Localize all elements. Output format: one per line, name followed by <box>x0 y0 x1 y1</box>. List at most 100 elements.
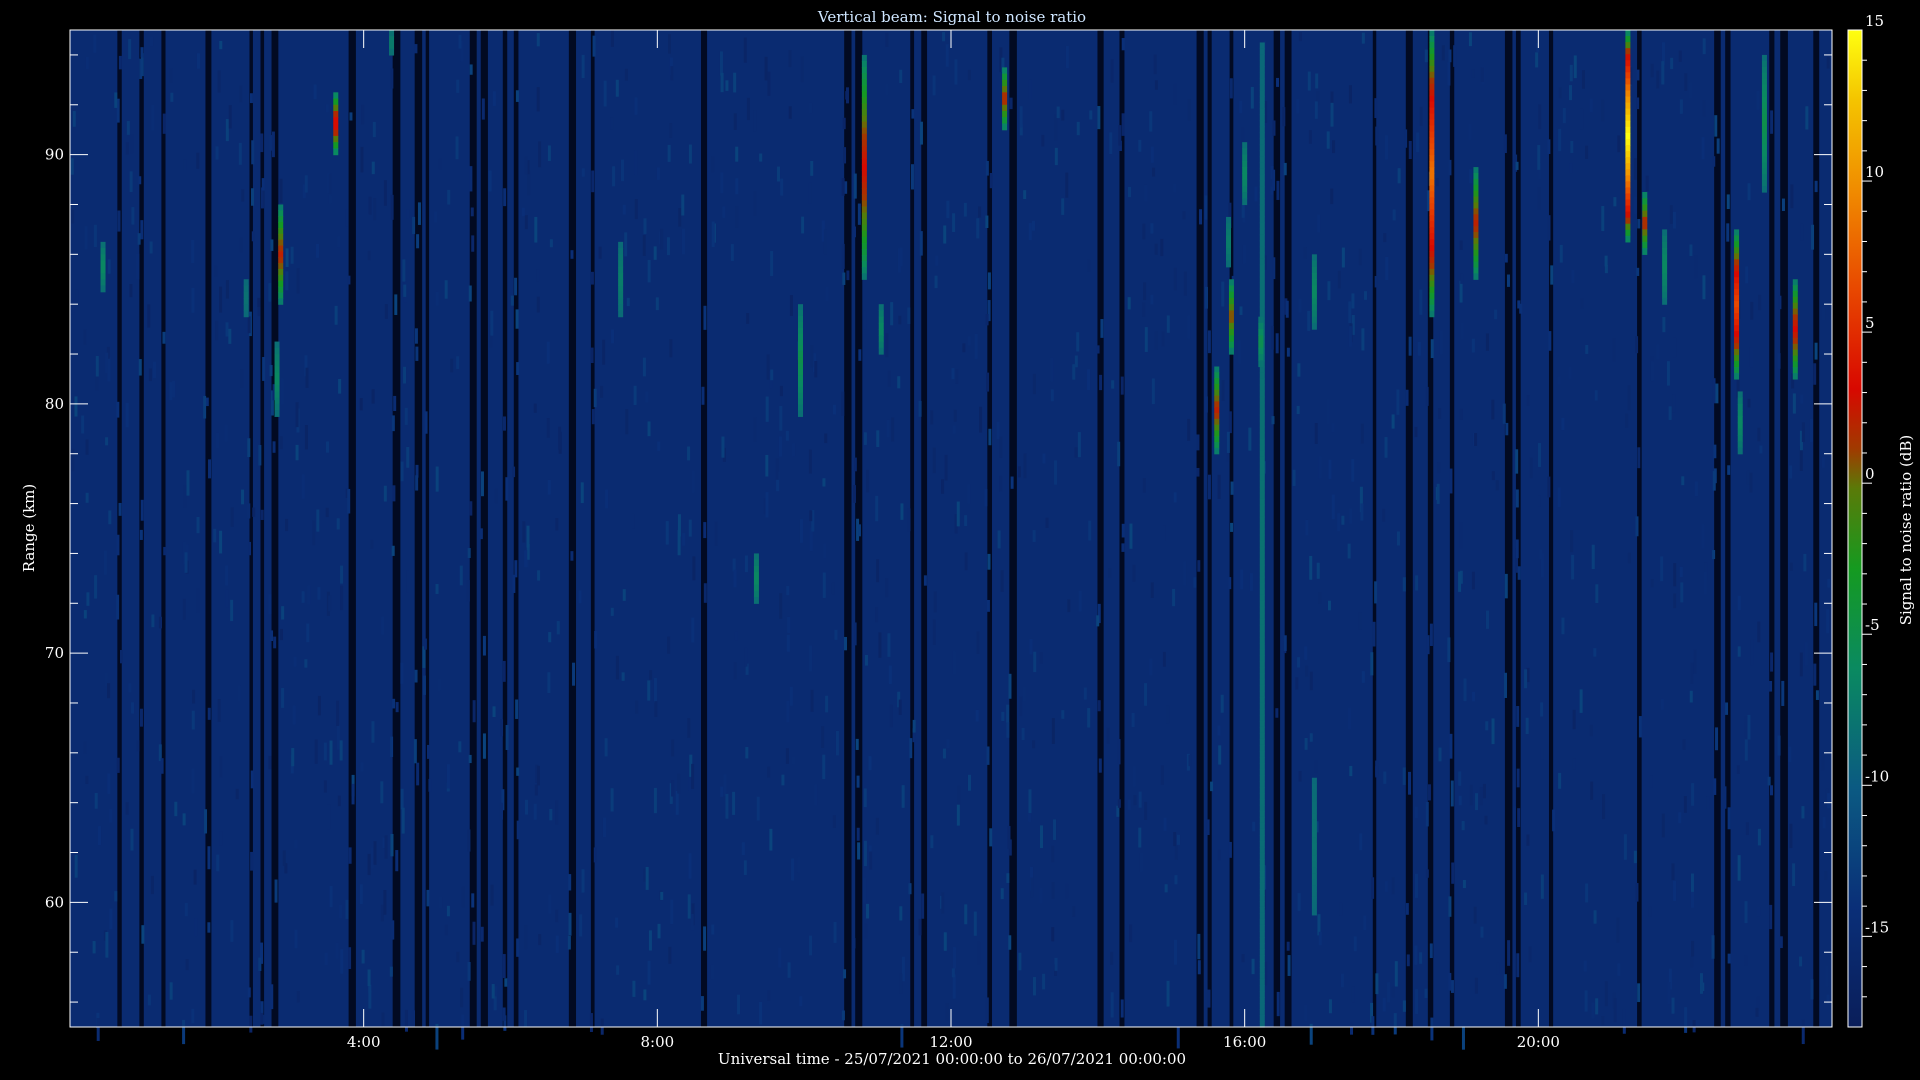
noise-cell <box>169 382 173 401</box>
noise-cell <box>191 768 195 794</box>
noise-cell <box>666 237 670 256</box>
noise-cell <box>219 530 223 554</box>
noise-cell <box>1448 896 1452 917</box>
noise-cell <box>416 762 420 786</box>
data-gap <box>502 30 508 1027</box>
echo-segment <box>1734 319 1740 326</box>
noise-cell <box>1552 809 1556 832</box>
noise-cell <box>491 984 495 999</box>
noise-cell <box>778 436 782 457</box>
noise-cell <box>831 582 835 595</box>
noise-cell <box>844 636 848 651</box>
noise-cell <box>1139 852 1143 872</box>
noise-cell <box>868 756 872 771</box>
echo-segment <box>278 286 284 294</box>
y-tick-label: 80 <box>45 395 64 413</box>
noise-cell <box>1572 758 1576 770</box>
echo-segment <box>1259 1008 1265 1016</box>
noise-cell <box>1348 707 1352 730</box>
echo-segment <box>1259 786 1265 794</box>
noise-cell <box>109 908 113 930</box>
noise-cell <box>964 515 968 526</box>
noise-cell <box>1800 223 1804 241</box>
echo-segment <box>1429 250 1435 258</box>
noise-cell <box>1679 566 1683 578</box>
noise-cell <box>853 457 857 472</box>
noise-cell <box>822 754 826 780</box>
noise-cell <box>1153 54 1157 75</box>
noise-cell <box>857 203 861 225</box>
noise-cell <box>753 417 757 442</box>
noise-cell <box>1239 306 1243 315</box>
echo-segment <box>1792 337 1798 345</box>
echo-segment <box>1311 260 1317 268</box>
echo-segment <box>1259 552 1265 560</box>
noise-cell <box>1482 783 1486 799</box>
noise-cell <box>786 634 790 652</box>
noise-cell <box>395 850 399 872</box>
echo-segment <box>1259 744 1265 752</box>
echo-segment <box>1259 420 1265 428</box>
echo-segment <box>1259 978 1265 986</box>
data-gap <box>205 30 212 1027</box>
noise-cell <box>406 446 410 468</box>
noise-cell <box>125 402 129 428</box>
echo-segment <box>1259 588 1265 596</box>
echo-segment <box>1429 47 1435 55</box>
noise-cell <box>1364 291 1368 300</box>
noise-cell <box>273 636 277 649</box>
noise-cell <box>534 784 538 796</box>
noise-cell <box>1162 651 1166 667</box>
noise-cell <box>1571 554 1575 580</box>
noise-cell <box>1416 132 1420 153</box>
noise-cell <box>703 305 707 330</box>
noise-cell <box>327 804 331 830</box>
noise-cell <box>1491 399 1495 420</box>
noise-cell <box>1769 785 1773 796</box>
echo-segment <box>1259 792 1265 800</box>
noise-cell <box>555 909 559 923</box>
noise-cell <box>610 30 614 47</box>
noise-cell <box>1485 333 1489 351</box>
noise-cell <box>1228 411 1232 434</box>
echo-segment <box>1625 60 1631 67</box>
noise-cell <box>1683 796 1687 813</box>
noise-cell <box>1051 845 1055 863</box>
noise-cell <box>1450 780 1454 807</box>
noise-cell <box>688 776 692 791</box>
noise-cell <box>328 173 332 194</box>
noise-cell <box>1749 472 1753 493</box>
echo-segment <box>1226 216 1232 224</box>
echo-segment <box>1259 246 1265 254</box>
echo-segment <box>1214 436 1220 443</box>
noise-cell <box>1074 447 1078 458</box>
noise-cell <box>367 969 371 987</box>
noise-cell <box>822 572 826 598</box>
echo-segment <box>1311 279 1317 287</box>
noise-cell <box>799 996 803 1007</box>
noise-cell <box>1109 132 1113 155</box>
noise-cell <box>1757 906 1761 917</box>
echo-segment <box>1311 879 1317 886</box>
echo-segment <box>1662 241 1668 249</box>
echo-segment <box>389 42 395 50</box>
noise-cell <box>1747 398 1751 408</box>
noise-cell <box>1350 1022 1354 1035</box>
noise-cell <box>967 484 971 504</box>
noise-cell <box>270 630 274 642</box>
echo-segment <box>1625 211 1631 219</box>
echo-segment <box>1214 378 1220 385</box>
echo-segment <box>1429 65 1435 73</box>
noise-cell <box>237 685 241 701</box>
noise-cell <box>1406 954 1410 967</box>
noise-cell <box>1006 873 1010 883</box>
noise-cell <box>1649 775 1653 788</box>
noise-cell <box>74 396 78 417</box>
noise-cell <box>335 942 339 959</box>
noise-cell <box>129 171 133 192</box>
echo-segment <box>1429 149 1435 157</box>
noise-cell <box>986 746 990 765</box>
x-tick-label: 20:00 <box>1517 1033 1560 1051</box>
noise-cell <box>1547 476 1551 498</box>
echo-segment <box>278 274 284 282</box>
